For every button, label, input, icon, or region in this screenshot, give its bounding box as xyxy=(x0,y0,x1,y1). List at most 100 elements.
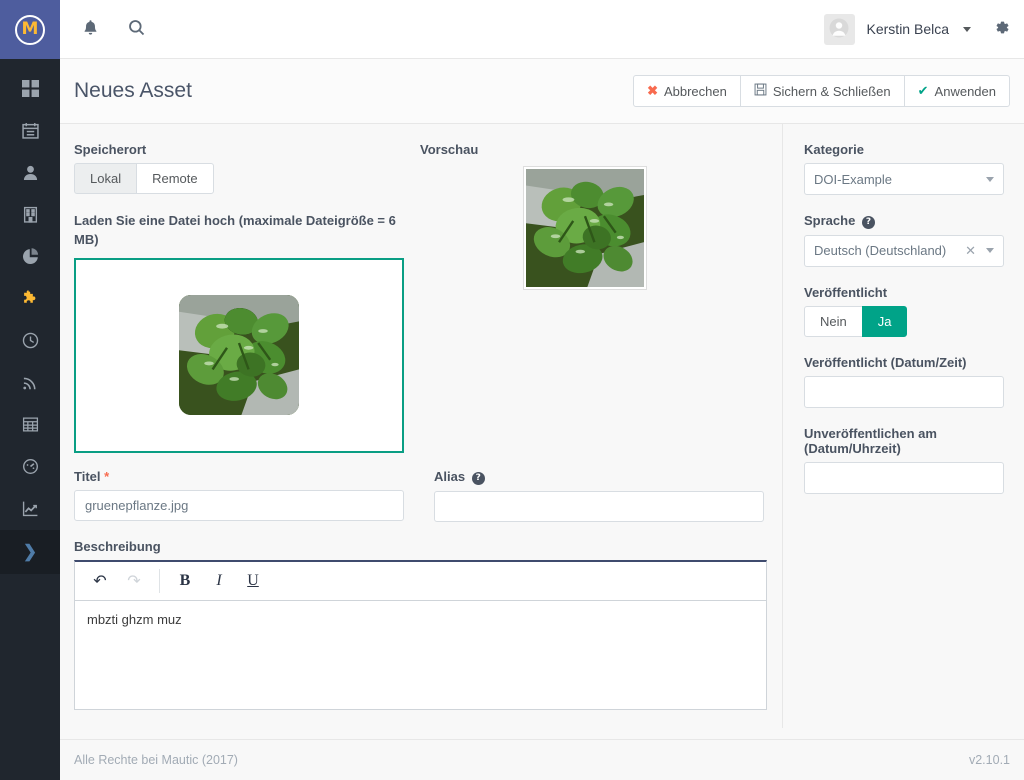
chevron-down-icon[interactable] xyxy=(963,26,971,32)
category-select[interactable]: DOI-Example xyxy=(804,163,1004,195)
user-avatar-icon xyxy=(829,18,849,41)
description-label: Beschreibung xyxy=(74,539,161,554)
rail-item-list xyxy=(0,59,60,529)
storage-option-remote[interactable]: Remote xyxy=(136,163,214,194)
alias-input[interactable] xyxy=(434,490,764,522)
alias-label-text: Alias xyxy=(434,469,466,484)
storage-option-local-label: Lokal xyxy=(90,171,122,186)
asset-form-main: Speicherort Lokal Remote Laden Sie eine … xyxy=(60,124,783,728)
sidebar-item-forms[interactable] xyxy=(0,403,60,445)
help-circle-icon[interactable]: ? xyxy=(861,215,875,229)
language-value: Deutsch (Deutschland) xyxy=(814,243,947,258)
search-button[interactable] xyxy=(120,13,152,45)
undo-icon: ↶ xyxy=(93,573,107,590)
language-select[interactable]: Deutsch (Deutschland) ✕ xyxy=(804,234,1004,267)
title-label: Titel * xyxy=(74,469,404,484)
category-value: DOI-Example xyxy=(814,171,893,187)
sidebar-item-contacts[interactable] xyxy=(0,151,60,193)
uploaded-file-thumbnail xyxy=(179,295,299,416)
published-toggle: Nein Ja xyxy=(804,305,1004,337)
publish-up-input[interactable] xyxy=(804,375,1004,408)
sidebar-item-stages[interactable] xyxy=(0,361,60,403)
required-asterisk: * xyxy=(104,469,110,484)
clock-icon xyxy=(22,332,39,349)
rich-text-editor: ↶ ↷ B I U mbzti ghzm muz xyxy=(74,560,767,710)
sidebar-item-points[interactable] xyxy=(0,319,60,361)
cancel-button-label: Abbrechen xyxy=(663,83,727,99)
storage-option-local[interactable]: Lokal xyxy=(74,163,138,194)
avatar[interactable] xyxy=(823,13,855,45)
save-and-close-button[interactable]: Sichern & Schließen xyxy=(739,75,905,107)
preview-section: Vorschau xyxy=(420,142,647,290)
topbar-icon-group xyxy=(60,13,152,45)
upload-size-note: Laden Sie eine Datei hoch (maximale Date… xyxy=(74,213,396,247)
published-option-yes[interactable]: Ja xyxy=(861,305,908,337)
category-label: Kategorie xyxy=(804,142,864,157)
publish-up-label: Veröffentlicht (Datum/Zeit) xyxy=(804,354,967,370)
content-area: Speicherort Lokal Remote Laden Sie eine … xyxy=(60,124,1024,739)
logo-circle: M xyxy=(15,14,45,45)
settings-button[interactable] xyxy=(993,19,1010,39)
sidebar-item-dashboards[interactable] xyxy=(0,445,60,487)
topbar-user-area: Kerstin Belca xyxy=(823,13,1024,45)
building-icon xyxy=(22,206,39,223)
grid-icon xyxy=(21,79,39,97)
published-option-no[interactable]: Nein xyxy=(804,305,863,337)
close-x-icon: ✖ xyxy=(647,83,658,98)
check-icon: ✔ xyxy=(917,83,929,98)
title-label-text: Titel xyxy=(74,469,101,484)
page-action-buttons: ✖ Abbrechen Sichern & Schließen ✔ Anwend… xyxy=(633,75,1010,107)
language-label: Sprache ? xyxy=(804,213,1004,229)
title-alias-row: Titel * gruenepflanze.jpg Alias ? xyxy=(74,469,769,522)
redo-button[interactable]: ↷ xyxy=(117,566,151,596)
pie-chart-icon xyxy=(22,247,39,265)
sidebar-expand-toggle[interactable]: ❯ xyxy=(0,530,60,574)
search-icon xyxy=(128,19,145,39)
sidebar-item-calendar[interactable] xyxy=(0,109,60,151)
apply-button[interactable]: ✔ Anwenden xyxy=(903,75,1010,107)
sidebar-item-companies[interactable] xyxy=(0,193,60,235)
copyright-text: Alle Rechte bei Mautic (2017) xyxy=(74,753,238,767)
published-label: Veröffentlicht xyxy=(804,284,888,300)
application-window: M ❯ Kerstin Belca Neues Asset ✖ Abbreche… xyxy=(0,0,1024,780)
bold-button[interactable]: B xyxy=(168,566,202,596)
gear-icon xyxy=(993,21,1010,39)
underline-button[interactable]: U xyxy=(236,566,270,596)
italic-button[interactable]: I xyxy=(202,566,236,596)
user-name[interactable]: Kerstin Belca xyxy=(867,21,949,37)
sidebar-item-components[interactable] xyxy=(0,277,60,319)
file-dropzone[interactable] xyxy=(74,257,404,453)
notifications-button[interactable] xyxy=(74,13,106,45)
calendar-icon xyxy=(21,122,39,139)
gauge-icon xyxy=(22,458,39,475)
asset-form-sidebar: Kategorie DOI-Example Sprache ? Deutsch … xyxy=(784,124,1024,728)
line-chart-icon xyxy=(22,500,39,517)
sidebar-item-reports[interactable] xyxy=(0,235,60,277)
cancel-button[interactable]: ✖ Abbrechen xyxy=(633,75,741,107)
publish-down-input[interactable] xyxy=(804,461,1004,494)
title-field-group: Titel * gruenepflanze.jpg xyxy=(74,469,404,522)
redo-icon: ↷ xyxy=(127,573,141,590)
published-option-yes-label: Ja xyxy=(877,313,892,329)
title-input[interactable]: gruenepflanze.jpg xyxy=(74,490,404,521)
mautic-logo[interactable]: M xyxy=(0,0,60,59)
alias-label: Alias ? xyxy=(434,469,764,485)
save-and-close-label: Sichern & Schließen xyxy=(772,83,891,99)
undo-button[interactable]: ↶ xyxy=(83,566,117,596)
help-circle-icon[interactable]: ? xyxy=(471,471,485,485)
apply-button-label: Anwenden xyxy=(934,83,996,99)
sidebar-item-dashboard[interactable] xyxy=(0,67,60,109)
description-section: Beschreibung ↶ ↷ B I U mbzti ghzm muz xyxy=(74,539,767,710)
toolbar-divider xyxy=(159,569,160,593)
plant-photo-large xyxy=(179,295,299,416)
publish-down-label: Unveröffentlichen am (Datum/Uhrzeit) xyxy=(804,425,937,456)
sidebar-item-analytics[interactable] xyxy=(0,487,60,529)
editor-content[interactable]: mbzti ghzm muz xyxy=(75,601,766,709)
language-label-text: Sprache xyxy=(804,213,856,228)
preview-frame xyxy=(523,166,647,290)
clear-selection-icon[interactable]: ✕ xyxy=(965,243,976,259)
left-navigation-rail: M ❯ xyxy=(0,0,60,780)
chevron-right-icon: ❯ xyxy=(22,542,38,561)
puzzle-icon xyxy=(22,289,39,307)
rss-icon xyxy=(22,374,39,391)
